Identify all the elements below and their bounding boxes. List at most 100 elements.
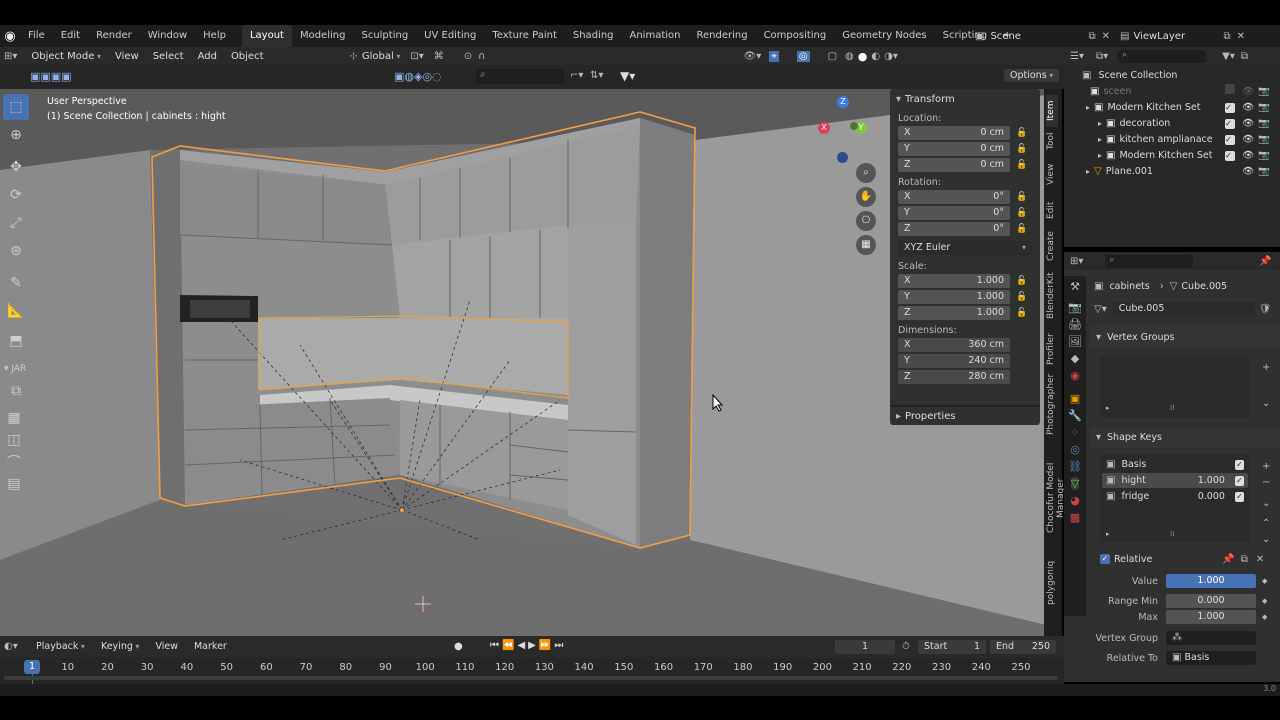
sidebar-tab-blenderkit[interactable]: BlenderKit <box>1046 270 1058 322</box>
visibility-icon[interactable]: 👁▾ <box>744 51 762 62</box>
render-camera-icon[interactable]: 📷 <box>1258 150 1274 161</box>
measure-tool-icon[interactable]: 📐 <box>3 298 29 324</box>
sidebar-tab-chocofur-model-manager[interactable]: Chocofur Model Manager <box>1046 445 1066 551</box>
visibility-eye-icon[interactable]: 👁 <box>1235 86 1258 97</box>
lock-icon[interactable]: 🔓 <box>1016 208 1027 218</box>
timeline-menu-playback[interactable]: Playback <box>28 636 93 658</box>
tool-tab-icon[interactable]: ⚒ <box>1070 280 1080 293</box>
xray-icon[interactable]: ▢ <box>828 51 837 62</box>
gizmo-toggle-icon[interactable]: ⌖ <box>769 50 779 62</box>
render-camera-icon[interactable]: 📷 <box>1258 166 1274 177</box>
scale-tool-icon[interactable]: ⤢ <box>3 210 29 236</box>
outliner-item[interactable]: ▣ sceen 👁📷 <box>1064 84 1280 100</box>
zoom-view-icon[interactable]: ⌕ <box>856 163 876 183</box>
render-tab-icon[interactable]: 📷 <box>1068 301 1082 314</box>
render-camera-icon[interactable]: 📷 <box>1258 118 1274 129</box>
render-camera-icon[interactable]: 📷 <box>1258 86 1274 97</box>
shape-key-down-icon[interactable]: ⌄ <box>1262 534 1270 545</box>
ortho-toggle-icon[interactable]: ▦ <box>856 235 876 255</box>
pan-view-icon[interactable]: ✋ <box>856 187 876 207</box>
lock-icon[interactable]: 🔓 <box>1016 128 1027 138</box>
shape-key-menu-icon[interactable]: ⌄ <box>1262 498 1270 509</box>
lock-icon[interactable]: 🔓 <box>1016 276 1027 286</box>
viewport-menu-add[interactable]: Add <box>198 51 217 62</box>
list-expand-icon[interactable]: ▸ <box>1106 404 1110 412</box>
shape-keys-collapse-icon[interactable]: ▾ <box>1096 432 1101 443</box>
viewport-search-field[interactable]: ⌕ <box>476 69 564 84</box>
shape-key-up-icon[interactable]: ⌃ <box>1262 518 1270 529</box>
editor-type-icon[interactable]: ⊞▾ <box>4 51 17 62</box>
texture-tab-icon[interactable]: ▩ <box>1070 511 1080 524</box>
sidebar-tab-view[interactable]: View <box>1046 162 1058 186</box>
next-key-icon[interactable]: ⏩ <box>539 640 554 651</box>
selectability-icons[interactable]: ▣◍◈◎◌ <box>394 70 442 83</box>
outliner-item[interactable]: ▸ ▣ decoration ✓ 👁📷 <box>1064 116 1280 132</box>
select-box-tool-icon[interactable]: ⬚ <box>3 94 29 120</box>
location-z-field[interactable]: Z 0 cm <box>898 158 1010 172</box>
scene-tab-icon[interactable]: ◆ <box>1071 352 1079 365</box>
overlay-toggle-icon[interactable]: ◎ <box>796 50 810 62</box>
workspace-tab-uv-editing[interactable]: UV Editing <box>416 25 484 47</box>
workspace-tab-geometry-nodes[interactable]: Geometry Nodes <box>834 25 934 47</box>
visibility-eye-icon[interactable]: 👁 <box>1235 118 1258 129</box>
value-keyframe-icon[interactable]: ◆ <box>1262 577 1267 585</box>
outliner-item[interactable]: ▸ ▣ Modern Kitchen Set ✓ 👁📷 <box>1064 100 1280 116</box>
modifier-tab-icon[interactable]: 🔧 <box>1068 409 1082 422</box>
curve-tool-icon[interactable]: ⌒ <box>3 452 25 472</box>
dimensions-x-field[interactable]: X 360 cm <box>898 338 1010 352</box>
disclosure-icon[interactable]: ▸ <box>1098 119 1102 128</box>
start-frame-field[interactable]: Start 1 <box>918 640 986 654</box>
vertex-groups-header[interactable]: Vertex Groups <box>1107 332 1174 343</box>
world-tab-icon[interactable]: ◉ <box>1070 369 1080 382</box>
outliner-filter-icon[interactable]: ▼▾ <box>1222 51 1235 62</box>
list-resize-handle-icon[interactable]: ⁞⁞ <box>1170 404 1174 412</box>
location-y-field[interactable]: Y 0 cm <box>898 142 1010 156</box>
jar-tool-icon[interactable]: ⧉ <box>3 378 29 404</box>
outliner-editor-icon[interactable]: ☰▾ <box>1070 51 1084 62</box>
visibility-eye-icon[interactable]: 👁 <box>1235 150 1258 161</box>
shape-keys-header[interactable]: Shape Keys <box>1107 432 1162 443</box>
workspace-tab-layout[interactable]: Layout <box>241 25 292 47</box>
rotation-mode-dropdown[interactable]: XYZ Euler <box>898 241 1032 255</box>
menu-help[interactable]: Help <box>195 25 234 47</box>
rotate-tool-icon[interactable]: ⟳ <box>3 182 29 208</box>
rotation-x-field[interactable]: X 0° <box>898 190 1010 204</box>
sidebar-tab-polygoniq[interactable]: polygoniq <box>1046 560 1058 606</box>
add-cube-tool-icon[interactable]: ⬒ <box>3 328 29 354</box>
constraints-tab-icon[interactable]: ⛓ <box>1068 460 1082 473</box>
data-tab-icon[interactable]: ▽ <box>1070 477 1080 490</box>
rotation-z-field[interactable]: Z 0° <box>898 222 1010 236</box>
blender-logo-icon[interactable]: ◉ <box>0 29 20 44</box>
workspace-tab-modeling[interactable]: Modeling <box>292 25 354 47</box>
gizmo-neg-z-icon[interactable] <box>837 152 848 163</box>
shape-key-value[interactable]: 1.000 <box>1185 475 1225 486</box>
timeline-menu-marker[interactable]: Marker <box>186 636 235 658</box>
lock-icon[interactable]: 🔓 <box>1016 160 1027 170</box>
transform-tool-icon[interactable]: ⊛ <box>3 238 29 264</box>
grid-tool-icon[interactable]: ▦ <box>3 408 25 428</box>
lock-icon[interactable]: 🔓 <box>1016 292 1027 302</box>
workspace-tab-animation[interactable]: Animation <box>622 25 689 47</box>
properties-pin-icon[interactable]: 📌 <box>1259 256 1271 267</box>
visibility-eye-icon[interactable]: 👁 <box>1235 102 1258 113</box>
shading-solid-icon[interactable]: ● <box>858 50 868 63</box>
new-collection-icon[interactable]: ⧉ <box>1241 51 1248 62</box>
menu-file[interactable]: File <box>20 25 53 47</box>
lock-icon[interactable]: 🔓 <box>1016 224 1027 234</box>
outliner-search-field[interactable]: ⌕ <box>1118 49 1207 63</box>
vertex-group-add-icon[interactable]: + <box>1262 362 1270 373</box>
relative-checkbox[interactable]: ✓ <box>1100 554 1110 564</box>
list-expand-icon[interactable]: ▸ <box>1106 530 1110 538</box>
exclude-checkbox[interactable]: ✓ <box>1225 119 1236 129</box>
scene-name[interactable]: Scene <box>990 31 1080 42</box>
play-reverse-icon[interactable]: ◀ <box>517 640 528 651</box>
exclude-checkbox[interactable] <box>1225 84 1236 94</box>
clear-shape-icon[interactable]: ✕ <box>1256 554 1264 565</box>
edit-mode-shape-icon[interactable]: ⧉ <box>1241 554 1248 565</box>
object-tab-icon[interactable]: ▣ <box>1070 392 1080 405</box>
rotation-y-field[interactable]: Y 0° <box>898 206 1010 220</box>
sidebar-tab-create[interactable]: Create <box>1046 230 1058 262</box>
value-slider[interactable]: 1.000 <box>1166 574 1256 588</box>
shape-key-row[interactable]: ▣ hight 1.000 ✓ <box>1102 473 1248 488</box>
disclosure-icon[interactable]: ▸ <box>1098 151 1102 160</box>
